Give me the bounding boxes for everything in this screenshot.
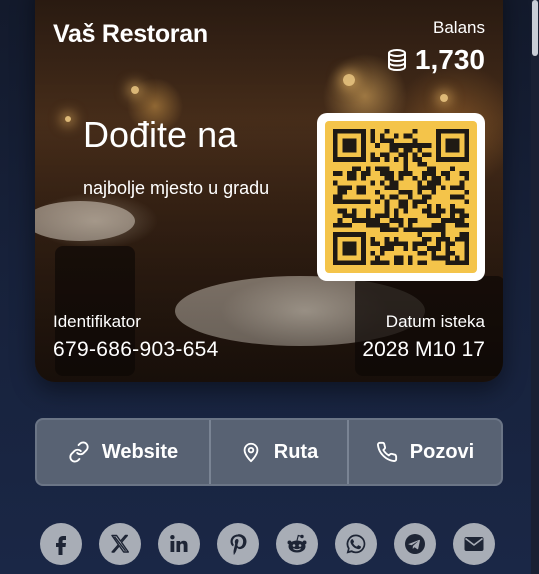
balance: 1,730 bbox=[387, 44, 485, 76]
phone-icon bbox=[376, 441, 397, 462]
email-icon bbox=[464, 537, 484, 551]
facebook-button[interactable] bbox=[40, 523, 82, 565]
qr-code[interactable] bbox=[317, 113, 485, 281]
reddit-icon bbox=[287, 534, 307, 553]
whatsapp-button[interactable] bbox=[335, 523, 377, 565]
website-button-label: Website bbox=[101, 440, 179, 463]
qr-finder-pattern bbox=[333, 232, 366, 265]
restaurant-name: Vaš Restoran bbox=[53, 20, 208, 48]
whatsapp-icon bbox=[346, 534, 366, 554]
action-buttons: Website Ruta Pozovi bbox=[35, 418, 503, 486]
telegram-icon bbox=[405, 534, 425, 554]
telegram-button[interactable] bbox=[394, 523, 436, 565]
call-button-label: Pozovi bbox=[409, 440, 475, 463]
balance-value: 1,730 bbox=[414, 44, 485, 75]
coins-icon bbox=[387, 49, 406, 71]
pinterest-icon bbox=[230, 534, 247, 555]
email-button[interactable] bbox=[453, 523, 495, 565]
route-button[interactable]: Ruta bbox=[209, 420, 347, 484]
pinterest-button[interactable] bbox=[217, 523, 259, 565]
scrollbar[interactable] bbox=[531, 0, 539, 574]
qr-finder-pattern bbox=[333, 129, 366, 162]
route-button-label: Ruta bbox=[273, 440, 319, 463]
promo-title: Dođite na bbox=[83, 114, 238, 155]
linkedin-button[interactable] bbox=[158, 523, 200, 565]
balance-label: Balans bbox=[433, 18, 485, 37]
facebook-icon bbox=[56, 536, 66, 555]
x-twitter-icon bbox=[111, 534, 129, 553]
expiry-label: Datum isteka bbox=[385, 312, 485, 331]
qr-code-graphic bbox=[333, 129, 469, 265]
linkedin-icon bbox=[170, 535, 188, 552]
reddit-button[interactable] bbox=[276, 523, 318, 565]
qr-finder-pattern bbox=[436, 129, 469, 162]
loyalty-card: Vaš Restoran Balans 1,730 Dođite na najb… bbox=[35, 0, 503, 382]
social-share-bar bbox=[40, 523, 495, 565]
link-icon bbox=[69, 441, 89, 463]
identifier-value: 679-686-903-654 bbox=[53, 338, 219, 361]
call-button[interactable]: Pozovi bbox=[347, 420, 501, 484]
scrollbar-thumb[interactable] bbox=[532, 0, 538, 56]
qr-code-pattern bbox=[325, 121, 477, 273]
x-twitter-button[interactable] bbox=[99, 523, 141, 565]
identifier-label: Identifikator bbox=[53, 312, 141, 331]
map-pin-icon bbox=[243, 442, 259, 463]
promo-subtitle: najbolje mjesto u gradu bbox=[83, 178, 270, 198]
expiry-value: 2028 M10 17 bbox=[362, 338, 485, 361]
website-button[interactable]: Website bbox=[37, 420, 209, 484]
